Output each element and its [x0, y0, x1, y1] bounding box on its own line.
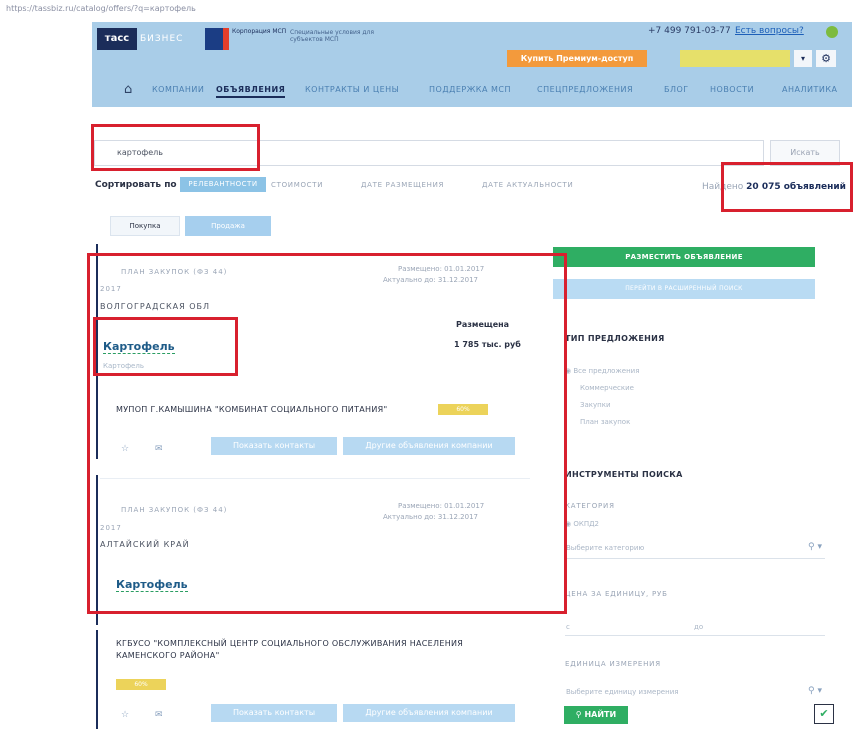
mail-icon[interactable]: ✉: [155, 710, 163, 720]
listing-accent-rule: [96, 630, 98, 729]
nav-news[interactable]: НОВОСТИ: [710, 85, 754, 94]
help-link[interactable]: Есть вопросы?: [735, 26, 804, 36]
find-button[interactable]: ⚲ НАЙТИ: [564, 706, 628, 724]
advanced-search-button[interactable]: ПЕРЕЙТИ В РАСШИРЕННЫЙ ПОИСК: [553, 279, 815, 299]
highlight-search-box: [91, 124, 260, 171]
field-underline: [565, 558, 825, 559]
category-label: КАТЕГОРИЯ: [565, 502, 615, 510]
search-icon[interactable]: ⚲ ▾: [808, 686, 822, 696]
star-icon[interactable]: ☆: [121, 710, 129, 720]
phone-number: +7 499 791-03-77: [648, 26, 731, 36]
logo-subtitle: БИЗНЕС: [140, 34, 184, 44]
find-button-label: НАЙТИ: [584, 710, 617, 719]
offer-type-plan[interactable]: План закупок: [580, 418, 630, 426]
price-label: ЦЕНА ЗА ЕДИНИЦУ, РУБ: [565, 590, 668, 598]
user-account-field[interactable]: [680, 50, 790, 67]
nav-sme-support[interactable]: ПОДДЕРЖКА МСП: [429, 85, 511, 94]
offer-type-heading: ТИП ПРЕДЛОЖЕНИЯ: [565, 334, 665, 343]
highlight-listings: [87, 253, 567, 614]
sort-date-placed[interactable]: ДАТЕ РАЗМЕЩЕНИЯ: [361, 181, 444, 189]
other-offers-button[interactable]: Другие объявления компании: [343, 704, 515, 722]
nav-analytics[interactable]: АНАЛИТИКА: [782, 85, 837, 94]
offer-type-commercial[interactable]: Коммерческие: [580, 384, 634, 392]
corp-description: Специальные условия для субъектов МСП: [290, 29, 374, 43]
buy-premium-button[interactable]: Купить Премиум-доступ: [507, 50, 647, 67]
price-from-input[interactable]: с: [566, 623, 570, 631]
chevron-down-icon[interactable]: ▾: [794, 50, 812, 67]
corp-title: Корпорация МСП: [232, 28, 287, 35]
show-contacts-button[interactable]: Показать контакты: [211, 704, 337, 722]
search-tools-heading: ИНСТРУМЕНТЫ ПОИСКА: [565, 470, 683, 479]
unit-label: ЕДИНИЦА ИЗМЕРЕНИЯ: [565, 660, 661, 668]
nav-contracts[interactable]: КОНТРАКТЫ И ЦЕНЫ: [305, 85, 399, 94]
nav-companies[interactable]: КОМПАНИИ: [152, 85, 204, 94]
tass-logo[interactable]: тасс: [97, 28, 137, 50]
home-icon[interactable]: ⌂: [124, 82, 132, 97]
post-offer-button[interactable]: РАЗМЕСТИТЬ ОБЪЯВЛЕНИЕ: [553, 247, 815, 267]
nav-offers[interactable]: ОБЪЯВЛЕНИЯ: [216, 85, 286, 98]
tab-buy[interactable]: Покупка: [110, 216, 180, 236]
offer-type-purchases[interactable]: Закупки: [580, 401, 611, 409]
tab-sell[interactable]: Продажа: [185, 216, 271, 236]
nav-special-offers[interactable]: СПЕЦПРЕДЛОЖЕНИЯ: [537, 85, 633, 94]
category-okpd2-label: ОКПД2: [573, 520, 600, 528]
sort-date-actual[interactable]: ДАТЕ АКТУАЛЬНОСТИ: [482, 181, 573, 189]
sort-price[interactable]: СТОИМОСТИ: [271, 181, 323, 189]
offer-type-all-label: Все предложения: [573, 367, 640, 375]
listing-company[interactable]: КГБУСО "КОМПЛЕКСНЫЙ ЦЕНТР СОЦИАЛЬНОГО ОБ…: [116, 638, 526, 662]
rating-badge: 60%: [116, 679, 166, 690]
corp-msp-logo-icon[interactable]: [205, 28, 229, 50]
search-icon[interactable]: ⚲ ▾: [808, 542, 822, 552]
checkbox-icon[interactable]: ✔: [814, 704, 834, 724]
sort-relevance[interactable]: РЕЛЕВАНТНОСТИ: [180, 177, 266, 192]
nav-blog[interactable]: БЛОГ: [664, 85, 689, 94]
offer-type-all[interactable]: ◉ Все предложения: [565, 367, 639, 375]
field-underline: [565, 635, 825, 636]
category-okpd2[interactable]: ◉ ОКПД2: [565, 520, 599, 528]
gear-icon[interactable]: ⚙: [816, 50, 836, 67]
browser-url[interactable]: https://tassbiz.ru/catalog/offers/?q=кар…: [0, 0, 865, 18]
sort-label: Сортировать по: [95, 180, 177, 190]
price-to-input[interactable]: до: [694, 623, 703, 631]
unit-select[interactable]: Выберите единицу измерения: [566, 688, 678, 696]
help-icon[interactable]: [826, 26, 838, 38]
highlight-results-count: [721, 162, 853, 212]
highlight-listing-title: [93, 317, 238, 376]
category-select[interactable]: Выберите категорию: [566, 544, 644, 552]
